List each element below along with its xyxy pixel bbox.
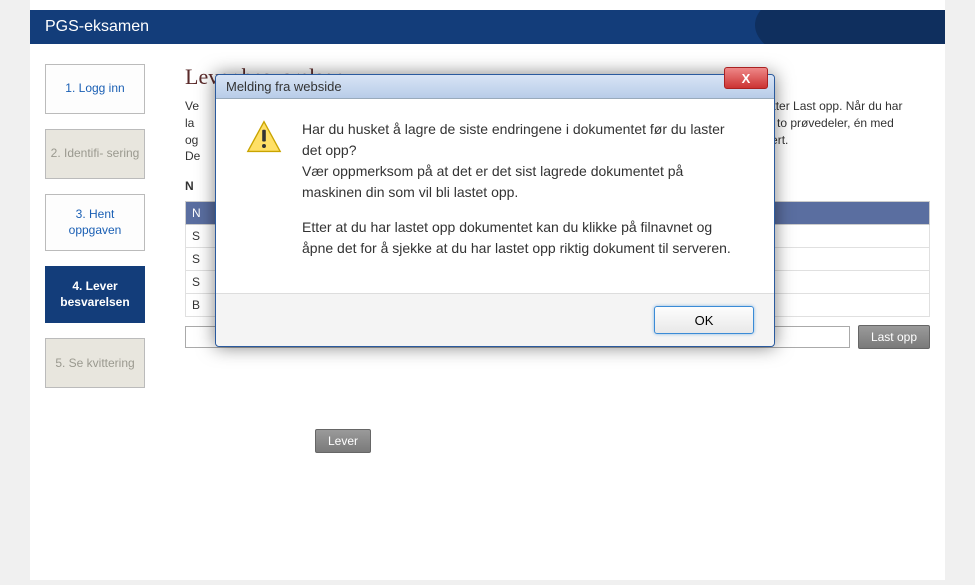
step-sidebar: 1. Logg inn 2. Identifi- sering 3. Hent …	[45, 64, 145, 453]
dialog-title: Melding fra webside	[226, 79, 342, 94]
step-5-receipt: 5. Se kvittering	[45, 338, 145, 388]
app-title: PGS-eksamen	[45, 18, 149, 35]
app-header: PGS-eksamen	[30, 10, 945, 44]
ok-button[interactable]: OK	[654, 306, 754, 334]
step-4-submit: 4. Lever besvarelsen	[45, 266, 145, 323]
step-1-login[interactable]: 1. Logg inn	[45, 64, 145, 114]
dialog-footer: OK	[216, 293, 774, 346]
upload-button[interactable]: Last opp	[858, 325, 930, 349]
message-dialog: Melding fra webside X Har du husket å la…	[215, 74, 775, 347]
submit-button[interactable]: Lever	[315, 429, 371, 453]
dialog-titlebar: Melding fra webside X	[216, 75, 774, 99]
language-bar	[30, 0, 945, 10]
header-decoration	[755, 10, 945, 44]
dialog-message: Har du husket å lagre de siste endringen…	[302, 119, 744, 273]
step-3-get-task[interactable]: 3. Hent oppgaven	[45, 194, 145, 251]
dialog-close-button[interactable]: X	[724, 67, 768, 89]
step-2-identify: 2. Identifi- sering	[45, 129, 145, 179]
warning-icon	[246, 119, 282, 155]
close-icon: X	[742, 71, 751, 86]
